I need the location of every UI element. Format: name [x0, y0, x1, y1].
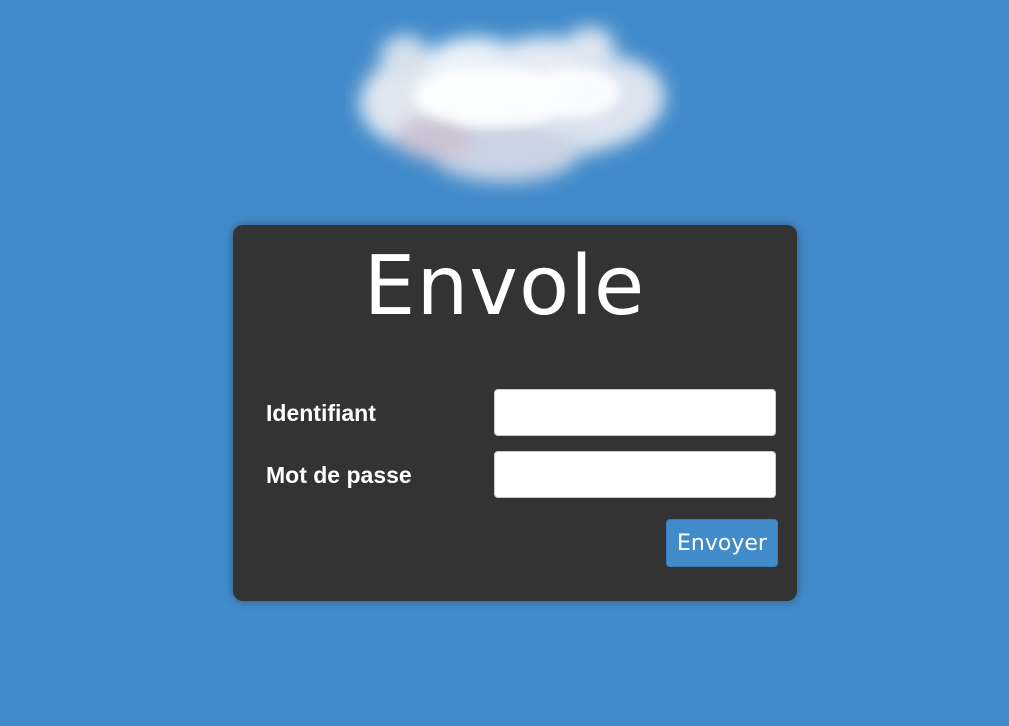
username-label: Identifiant: [266, 400, 376, 426]
username-field[interactable]: [494, 389, 776, 436]
password-label: Mot de passe: [266, 462, 412, 488]
password-field[interactable]: [494, 451, 776, 498]
cloud-decoration: [345, 12, 680, 197]
submit-button[interactable]: Envoyer: [666, 519, 778, 567]
app-logo-title: Envole: [363, 239, 646, 334]
cloud-icon: [360, 27, 665, 182]
